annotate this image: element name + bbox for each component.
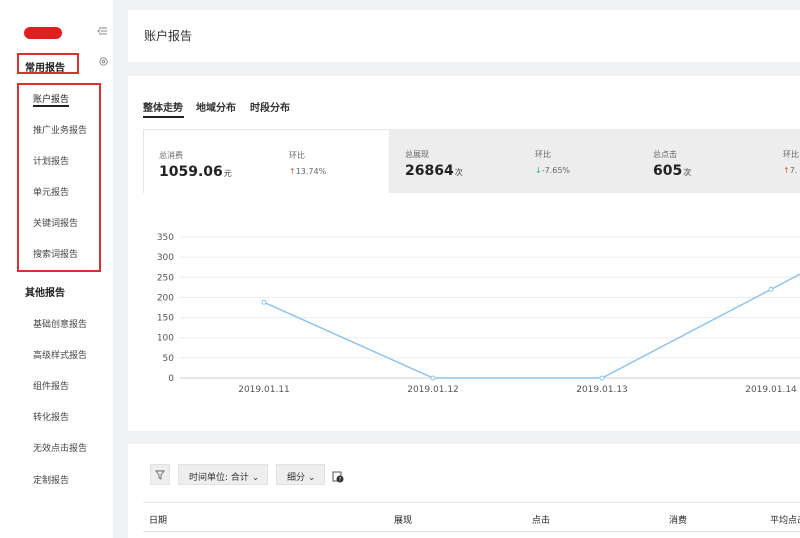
table-divider [143,502,800,503]
data-point [430,375,436,381]
nav-plan-report[interactable]: 计划报告 [33,154,69,167]
common-reports-box [17,83,101,272]
nav-component-report[interactable]: 组件报告 [33,379,69,392]
page-title: 账户报告 [144,29,193,43]
metric-label: 总展现 [405,150,429,159]
help-icon[interactable]: ? [332,471,344,483]
series-line [263,273,800,379]
nav-invalid-click-report[interactable]: 无效点击报告 [33,441,87,454]
y-tick-label: 300 [157,253,174,263]
y-tick-label: 150 [157,314,174,324]
metric-change: ↑13.74% [289,167,327,176]
x-tick-label: 2019.01.11 [238,385,290,395]
nav-advanced-style-report[interactable]: 高级样式报告 [33,348,87,361]
metric-total-impressions[interactable]: 总展现 26864次 环比 ↓-7.65% [390,129,638,193]
nav-keyword-report[interactable]: 关键词报告 [33,216,78,229]
change-label: 环比 [289,151,305,160]
metric-change: ↓-7.65% [535,166,571,175]
svg-text:?: ? [339,477,342,483]
change-label: 环比 [783,150,799,159]
change-label: 环比 [535,150,551,159]
header: 账户报告 [128,10,800,62]
collapse-sidebar-icon[interactable] [96,25,108,37]
nav-search-term-report[interactable]: 搜索词报告 [33,247,78,260]
y-tick-label: 100 [157,334,174,344]
nav-active-indicator [33,105,69,107]
y-tick-label: 50 [163,354,175,364]
arrow-up-icon: ↑ [783,166,790,175]
metric-label: 总消费 [159,151,183,160]
metric-total-cost[interactable]: 总消费 1059.06元 环比 ↑13.74% [143,129,390,193]
col-avg-click[interactable]: 平均点击 [770,513,800,526]
data-point [768,286,774,292]
y-tick-label: 0 [168,374,174,384]
metric-value: 605次 [653,163,692,179]
breakdown-dropdown[interactable]: 细分 ⌄ [276,464,325,485]
y-tick-label: 250 [157,273,174,283]
tab-region[interactable]: 地域分布 [196,99,236,114]
col-clicks[interactable]: 点击 [532,513,550,526]
nav-unit-report[interactable]: 单元报告 [33,185,69,198]
x-tick-label: 2019.01.13 [576,385,628,395]
col-date[interactable]: 日期 [149,513,167,526]
x-tick-label: 2019.01.12 [407,385,459,395]
tab-overall-trend[interactable]: 整体走势 [143,99,183,114]
other-reports-title: 其他报告 [25,288,65,299]
metric-total-clicks[interactable]: 总点击 605次 环比 ↑7. [638,129,800,193]
nav-custom-report[interactable]: 定制报告 [33,473,69,486]
y-tick-label: 200 [157,293,174,303]
gear-icon[interactable] [98,56,109,67]
x-tick-label: 2019.01.14 [745,385,797,395]
nav-conversion-report[interactable]: 转化报告 [33,410,69,423]
table-divider [143,531,800,532]
arrow-down-icon: ↓ [535,166,542,175]
metric-label: 总点击 [653,150,677,159]
col-impressions[interactable]: 展现 [394,513,412,526]
arrow-up-icon: ↑ [289,167,296,176]
nav-promotion-report[interactable]: 推广业务报告 [33,123,87,136]
metric-value: 1059.06元 [159,164,232,180]
nav-basic-creative-report[interactable]: 基础创意报告 [33,317,87,330]
tab-time-period[interactable]: 时段分布 [250,99,290,114]
filter-button[interactable] [150,464,170,485]
sidebar: 常用报告 账户报告 推广业务报告 计划报告 单元报告 关键词报告 搜索词报告 其… [0,0,113,538]
report-table-panel: 时间单位: 合计 ⌄ 细分 ⌄ ? 日期 展现 点击 消费 平均点击 [128,444,800,538]
time-unit-dropdown[interactable]: 时间单位: 合计 ⌄ [178,464,268,485]
metric-change: ↑7. [783,166,798,175]
redacted-logo [24,27,62,39]
filter-icon [155,470,165,480]
y-tick-label: 350 [157,233,174,243]
metric-value: 26864次 [405,163,463,179]
tab-active-indicator [143,116,184,118]
common-reports-title: 常用报告 [17,53,79,74]
col-cost[interactable]: 消费 [669,513,687,526]
nav-account-report[interactable]: 账户报告 [33,92,69,105]
chevron-down-icon: ⌄ [248,473,260,483]
data-point [261,299,267,305]
data-point [599,375,605,381]
trend-chart: 0 50 100 150 200 250 300 350 2019.01.11 2019.01.1… [157,233,800,395]
chevron-down-icon: ⌄ [305,473,316,483]
